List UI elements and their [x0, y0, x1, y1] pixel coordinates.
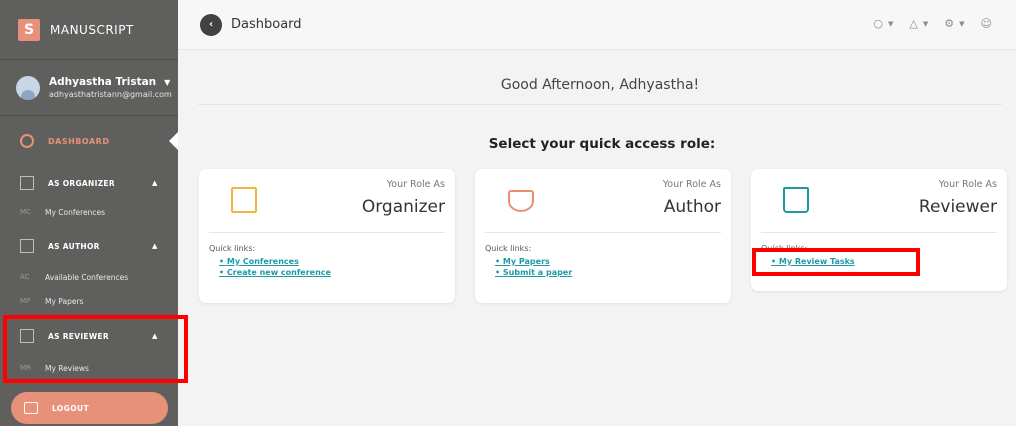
role-name: Reviewer	[918, 197, 997, 217]
chevron-down-icon: ▼	[922, 19, 929, 28]
sidebar-item-label: Available Conferences	[45, 272, 129, 282]
smiley-icon: ☺	[980, 17, 992, 30]
bell-icon: △	[909, 17, 918, 30]
quick-links-label: Quick links:	[485, 244, 532, 253]
link-create-new-conference[interactable]: Create new conference	[219, 267, 445, 278]
main-content: Good Afternoon, Adhyastha! Select your q…	[178, 50, 1016, 426]
brand[interactable]: S MANUSCRIPT	[0, 0, 178, 60]
link-my-conferences[interactable]: My Conferences	[219, 256, 445, 267]
user-name: Adhyastha Tristan	[49, 76, 157, 88]
sidebar-section-label: AS AUTHOR	[48, 241, 100, 251]
sidebar-section-author[interactable]: AS AUTHOR ▲	[0, 233, 178, 259]
user-menu[interactable]: Adhyastha Tristan ▼ adhyasthatristann@gma…	[0, 60, 178, 116]
link-my-papers[interactable]: My Papers	[495, 256, 721, 267]
back-button[interactable]: ‹	[200, 13, 222, 36]
sidebar-section-reviewer[interactable]: AS REVIEWER ▲	[0, 323, 178, 349]
role-name: Author	[663, 197, 721, 217]
quick-links-label: Quick links:	[209, 244, 256, 253]
section-title: Select your quick access role:	[488, 136, 716, 152]
collapse-arrow-icon: ▲	[152, 179, 158, 187]
role-card-reviewer[interactable]: Your Role As Reviewer Quick links: My Re…	[751, 169, 1007, 291]
dashboard-icon	[20, 134, 34, 148]
chevron-down-icon: ▼	[888, 19, 894, 28]
notifications-button[interactable]: △ ▼	[909, 17, 928, 30]
role-as-label: Your Role As	[386, 179, 445, 190]
avatar	[16, 75, 40, 100]
id-badge-icon	[231, 187, 257, 213]
role-as-label: Your Role As	[662, 179, 721, 190]
collapse-arrow-icon: ▲	[152, 332, 158, 340]
role-as-label: Your Role As	[938, 179, 997, 190]
sidebar: S MANUSCRIPT Adhyastha Tristan ▼ adhyasth…	[0, 0, 178, 426]
messages-button[interactable]: ○ ▼	[873, 17, 893, 30]
sidebar-item-dashboard[interactable]: DASHBOARD	[0, 126, 178, 156]
sidebar-item-label: My Conferences	[45, 207, 106, 217]
topbar: ‹ Dashboard ○ ▼ △ ▼ ⚙ ▼ ☺	[178, 0, 1016, 50]
collapse-arrow-icon: ▲	[152, 242, 158, 250]
sidebar-item-label: My Reviews	[45, 363, 89, 373]
sidebar-item-label: My Papers	[45, 296, 84, 306]
sidebar-item-available-conferences[interactable]: AC Available Conferences	[0, 266, 178, 288]
sidebar-item-abbr: AC	[20, 273, 30, 281]
role-card-author[interactable]: Your Role As Author Quick links: My Pape…	[475, 169, 731, 303]
sidebar-section-label: AS REVIEWER	[48, 331, 109, 341]
building-icon	[20, 176, 34, 190]
gear-icon: ⚙	[944, 17, 955, 30]
chevron-down-icon: ▼	[164, 77, 171, 87]
graduation-cap-icon	[507, 187, 534, 213]
list-icon	[20, 329, 34, 343]
logout-button[interactable]: LOGOUT	[11, 392, 168, 424]
quick-links-label: Quick links:	[761, 244, 808, 253]
sidebar-section-label: AS ORGANIZER	[48, 178, 115, 188]
link-submit-a-paper[interactable]: Submit a paper	[495, 267, 721, 278]
book-icon	[783, 187, 809, 213]
user-email: adhyasthatristann@gmail.com	[49, 90, 172, 99]
settings-button[interactable]: ⚙ ▼	[944, 17, 964, 30]
document-icon	[20, 239, 34, 253]
sidebar-item-abbr: MP	[20, 297, 31, 305]
greeting: Good Afternoon, Adhyastha!	[198, 65, 1002, 105]
link-my-review-tasks[interactable]: My Review Tasks	[771, 256, 997, 267]
role-card-organizer[interactable]: Your Role As Organizer Quick links: My C…	[199, 169, 455, 303]
brand-name: MANUSCRIPT	[50, 22, 134, 37]
chevron-down-icon: ▼	[959, 19, 965, 28]
sidebar-item-my-conferences[interactable]: MC My Conferences	[0, 201, 178, 223]
sidebar-section-organizer[interactable]: AS ORGANIZER ▲	[0, 170, 178, 196]
sidebar-item-my-reviews[interactable]: MR My Reviews	[0, 357, 178, 379]
sidebar-item-abbr: MC	[20, 208, 31, 216]
sidebar-item-label: DASHBOARD	[48, 136, 110, 146]
brand-logo-icon: S	[18, 18, 40, 41]
sidebar-item-my-papers[interactable]: MP My Papers	[0, 290, 178, 312]
logout-icon	[24, 402, 38, 414]
logout-label: LOGOUT	[52, 403, 90, 413]
sidebar-item-abbr: MR	[20, 364, 31, 372]
page-title: Dashboard	[231, 17, 302, 32]
chat-icon: ○	[873, 17, 884, 30]
role-name: Organizer	[361, 197, 445, 217]
profile-button[interactable]: ☺	[981, 17, 992, 30]
